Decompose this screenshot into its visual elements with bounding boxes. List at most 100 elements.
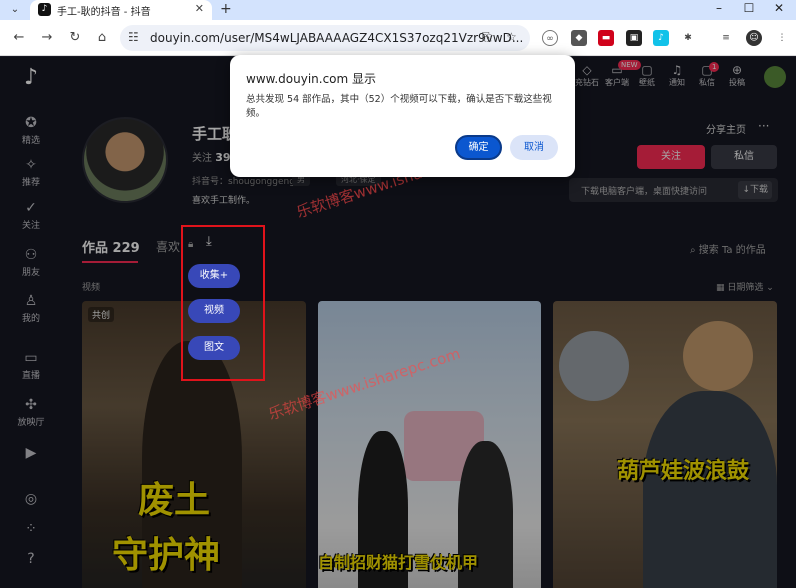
topnav-notifications[interactable]: ♫ 通知	[664, 63, 690, 93]
minimize-icon[interactable]: –	[704, 1, 734, 15]
topnav-label: 客户端	[605, 78, 629, 87]
sparkle-icon: ✧	[25, 157, 37, 173]
active-tab-underline	[82, 261, 138, 263]
video-caption: 葫芦娃波浪鼓	[617, 459, 750, 484]
bookmark-star-icon[interactable]: ☆	[506, 30, 517, 44]
browser-toolbar: ← → ↻ ⌂ ☷ douyin.com/user/MS4wLJABAAAAGZ…	[0, 20, 796, 56]
date-filter-label: 日期筛选	[727, 283, 764, 293]
section-label: 视频	[82, 283, 101, 293]
cancel-button[interactable]: 取消	[510, 135, 558, 160]
sidebar-item-label: 推荐	[21, 178, 40, 188]
video-card[interactable]: 葫芦娃波浪鼓	[553, 301, 777, 588]
tiktok-favicon-icon: ♪	[38, 3, 51, 16]
message-button[interactable]: 私信	[711, 145, 777, 169]
address-bar[interactable]: ☷ douyin.com/user/MS4wLJABAAAAGZ4CX1S37o…	[120, 25, 530, 51]
star-icon: ✪	[25, 115, 37, 131]
home-icon[interactable]: ⌂	[93, 29, 111, 47]
sidebar-item-label: 放映厅	[17, 418, 45, 428]
extension-shield-icon[interactable]: ◆	[571, 30, 587, 46]
date-filter[interactable]: ▦ 日期筛选 ⌄	[716, 280, 774, 293]
sidebar-item-label: 朋友	[21, 268, 40, 278]
live-icon: ▭	[24, 350, 38, 366]
sidebar-apps-icon[interactable]: ⁘	[0, 521, 62, 537]
maximize-icon[interactable]: ☐	[734, 1, 764, 15]
sidebar-item-live[interactable]: ▭ 直播	[0, 350, 62, 381]
user-avatar[interactable]	[764, 66, 786, 88]
video-download-button[interactable]: 视频	[188, 299, 240, 323]
video-caption: 守护神	[112, 535, 221, 576]
image-text-download-button[interactable]: 图文	[188, 336, 240, 360]
profile-avatar	[82, 117, 168, 203]
chevron-down-icon: ⌄	[763, 283, 774, 293]
sidebar-settings-icon[interactable]: ◎	[0, 491, 62, 507]
sidebar-play-icon[interactable]: ▶	[0, 445, 62, 461]
browser-tab[interactable]: ♪ 手工-耿的抖音 - 抖音 ✕	[30, 0, 212, 20]
calendar-icon: ▦	[716, 283, 728, 293]
sidebar-item-recommend[interactable]: ✧ 推荐	[0, 157, 62, 188]
sidebar-item-cinema[interactable]: ✣ 放映厅	[0, 397, 62, 428]
collect-button[interactable]: 收集+	[188, 264, 240, 288]
install-app-icon[interactable]: ⎘	[482, 30, 492, 45]
reading-list-icon[interactable]: ≡	[718, 30, 734, 46]
tab-works[interactable]: 作品 229	[82, 237, 140, 256]
back-icon[interactable]: ←	[10, 29, 28, 47]
sidebar-item-label: 直播	[21, 371, 40, 381]
extensions-puzzle-icon[interactable]: ✱	[680, 30, 696, 46]
extension-tiktok-icon[interactable]: ♪	[653, 30, 669, 46]
tab-close-icon[interactable]: ✕	[195, 2, 204, 15]
co-creation-tag: 共创	[88, 307, 115, 322]
stats-label: 关注	[192, 153, 212, 164]
search-icon: ⌕	[690, 245, 699, 256]
topnav-label: 充钻石	[575, 78, 599, 87]
forward-icon[interactable]: →	[38, 29, 56, 47]
video-figure	[643, 391, 777, 588]
window-close-icon[interactable]: ✕	[764, 1, 794, 15]
extension-red-icon[interactable]: ▬	[598, 30, 614, 46]
profile-bio: 喜欢手工制作。	[192, 196, 256, 206]
tab-search-dropdown-icon[interactable]: ⌄	[6, 2, 24, 18]
diamond-icon: ◇	[582, 63, 592, 77]
stats-value: 39	[215, 151, 231, 164]
sidebar-item-label: 精选	[21, 136, 40, 146]
browser-menu-icon[interactable]: ⋮	[774, 30, 790, 46]
profile-avatar-icon[interactable]: ☺	[746, 30, 762, 46]
search-placeholder: 搜索 Ta 的作品	[698, 245, 766, 256]
sidebar: ♪ ✪ 精选 ✧ 推荐 ✓ 关注 ⚇ 朋友 ♙ 我的 ▭ 直播 ✣ 放映厅 ▶	[0, 57, 62, 588]
video-figure	[683, 321, 753, 391]
url-text[interactable]: douyin.com/user/MS4wLJABAAAAGZ4CX1S37ozq…	[150, 31, 523, 45]
extension-dark-icon[interactable]: ▣	[626, 30, 642, 46]
wallpaper-icon: ▢	[641, 63, 653, 77]
douyin-logo-icon[interactable]: ♪	[18, 65, 44, 91]
extension-sync-icon[interactable]: ∞	[542, 30, 558, 46]
sidebar-item-mine[interactable]: ♙ 我的	[0, 293, 62, 324]
search-works-input[interactable]: ⌕ 搜索 Ta 的作品	[690, 241, 766, 256]
sidebar-item-label: 关注	[21, 221, 40, 231]
tab-likes[interactable]: 喜欢	[156, 238, 180, 255]
sidebar-item-featured[interactable]: ✪ 精选	[0, 115, 62, 146]
topnav-wallpaper[interactable]: ▢ 壁纸	[634, 63, 660, 93]
alert-dialog: www.douyin.com 显示 总共发现 54 部作品，其中（52）个视频可…	[230, 55, 575, 177]
sidebar-item-following[interactable]: ✓ 关注	[0, 200, 62, 231]
topnav-label: 壁纸	[639, 78, 655, 87]
cinema-icon: ✣	[25, 397, 37, 413]
user-check-icon: ✓	[25, 200, 37, 216]
client-download-button[interactable]: ↓下载	[738, 181, 772, 199]
video-card[interactable]: 自制招财猫打雪仗机甲	[318, 301, 541, 588]
sidebar-help-icon[interactable]: ?	[0, 551, 62, 567]
sidebar-item-friends[interactable]: ⚇ 朋友	[0, 247, 62, 278]
new-tab-icon[interactable]: +	[220, 1, 232, 17]
friends-icon: ⚇	[24, 247, 38, 263]
site-info-icon[interactable]: ☷	[128, 30, 139, 44]
reload-icon[interactable]: ↻	[66, 29, 84, 47]
share-profile-button[interactable]: 分享主页	[706, 121, 746, 136]
topnav-label: 投稿	[729, 78, 745, 87]
dialog-message: 总共发现 54 部作品，其中（52）个视频可以下载，确认是否下载这些视频。	[246, 94, 552, 119]
topnav-upload[interactable]: ⊕ 投稿	[724, 63, 750, 93]
topnav-diamond[interactable]: ◇ 充钻石	[574, 63, 600, 93]
ok-button[interactable]: 确定	[455, 135, 502, 160]
person-icon: ♙	[24, 293, 38, 309]
more-options-icon[interactable]: ···	[758, 119, 769, 133]
topnav-label: 通知	[669, 78, 685, 87]
tab-title: 手工-耿的抖音 - 抖音	[57, 7, 151, 18]
follow-button[interactable]: 关注	[637, 145, 705, 169]
